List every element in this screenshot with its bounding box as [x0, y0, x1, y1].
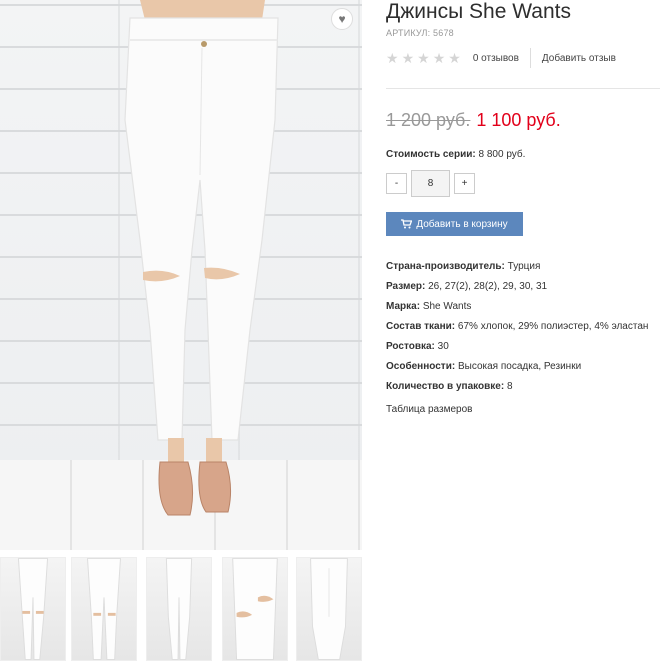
thumbnail-4-image	[232, 558, 278, 660]
reviews-count-link[interactable]: 0 отзывов	[473, 53, 519, 64]
spec-label: Марка:	[386, 301, 421, 312]
thumbnail-5-image	[310, 558, 348, 660]
product-info: Джинсы She Wants АРТИКУЛ: 5678 ★ ★ ★ ★ ★…	[386, 0, 660, 415]
star-icon[interactable]: ★	[433, 51, 446, 65]
spec-label: Ростовка:	[386, 341, 435, 352]
quantity-increase-button[interactable]: +	[454, 173, 475, 194]
size-table-link[interactable]: Таблица размеров	[386, 404, 472, 415]
add-to-cart-label: Добавить в корзину	[416, 218, 508, 230]
spec-row: Количество в упаковке: 8	[386, 377, 648, 397]
thumbnail-1-image	[17, 558, 49, 660]
spec-label: Состав ткани:	[386, 321, 456, 332]
thumbnail-2-image	[86, 558, 122, 660]
thumbnail-5[interactable]	[296, 557, 362, 661]
spec-label: Страна-производитель:	[386, 261, 505, 272]
rating-stars: ★ ★ ★ ★ ★	[386, 51, 461, 65]
quantity-stepper: - +	[386, 170, 475, 197]
spec-label: Количество в упаковке:	[386, 381, 505, 392]
price-row: 1 200 руб. 1 100 руб.	[386, 110, 561, 131]
star-icon[interactable]: ★	[417, 51, 430, 65]
spec-value: Турция	[507, 261, 541, 272]
thumbnail-3[interactable]	[146, 557, 212, 661]
add-review-link[interactable]: Добавить отзыв	[542, 53, 616, 64]
spec-value: 30	[437, 341, 449, 352]
spec-label: Особенности:	[386, 361, 456, 372]
divider	[386, 88, 660, 89]
product-sku: АРТИКУЛ: 5678	[386, 28, 454, 38]
quantity-input[interactable]	[411, 170, 450, 197]
product-specs: Страна-производитель: Турция Размер: 26,…	[386, 257, 648, 397]
thumbnail-4[interactable]	[222, 557, 288, 661]
star-icon[interactable]: ★	[448, 51, 461, 65]
wishlist-button[interactable]: ♥	[331, 8, 353, 30]
thumbnail-3-image	[165, 558, 193, 660]
old-price: 1 200 руб.	[386, 110, 471, 130]
spec-value: Высокая посадка, Резинки	[457, 361, 582, 372]
thumbnail-strip	[0, 557, 362, 661]
main-product-photo[interactable]: ♥	[0, 0, 362, 550]
divider	[529, 48, 531, 68]
spec-label: Размер:	[386, 281, 426, 292]
spec-row: Особенности: Высокая посадка, Резинки	[386, 357, 648, 377]
heart-icon: ♥	[338, 12, 346, 26]
new-price: 1 100 руб.	[476, 110, 561, 130]
rating-row: ★ ★ ★ ★ ★ 0 отзывов Добавить отзыв	[386, 48, 660, 68]
cart-icon	[401, 219, 413, 229]
star-icon[interactable]: ★	[402, 51, 415, 65]
quantity-decrease-button[interactable]: -	[386, 173, 407, 194]
spec-row: Состав ткани: 67% хлопок, 29% полиэстер,…	[386, 317, 648, 337]
spec-row: Размер: 26, 27(2), 28(2), 29, 30, 31	[386, 277, 648, 297]
spec-row: Марка: She Wants	[386, 297, 648, 317]
series-cost: Стоимость серии: 8 800 руб.	[386, 149, 525, 160]
jeans-model-image	[124, 0, 279, 516]
spec-value: 67% хлопок, 29% полиэстер, 4% эластан	[457, 321, 649, 332]
spec-row: Ростовка: 30	[386, 337, 648, 357]
product-title: Джинсы She Wants	[386, 0, 571, 23]
spec-value: 8	[506, 381, 513, 392]
spec-value: She Wants	[422, 301, 472, 312]
spec-row: Страна-производитель: Турция	[386, 257, 648, 277]
spec-value: 26, 27(2), 28(2), 29, 30, 31	[428, 281, 548, 292]
star-icon[interactable]: ★	[386, 51, 399, 65]
add-to-cart-button[interactable]: Добавить в корзину	[386, 212, 523, 236]
thumbnail-1[interactable]	[0, 557, 66, 661]
series-cost-value: 8 800 руб.	[478, 149, 526, 160]
series-cost-label: Стоимость серии:	[386, 149, 476, 160]
thumbnail-2[interactable]	[71, 557, 137, 661]
